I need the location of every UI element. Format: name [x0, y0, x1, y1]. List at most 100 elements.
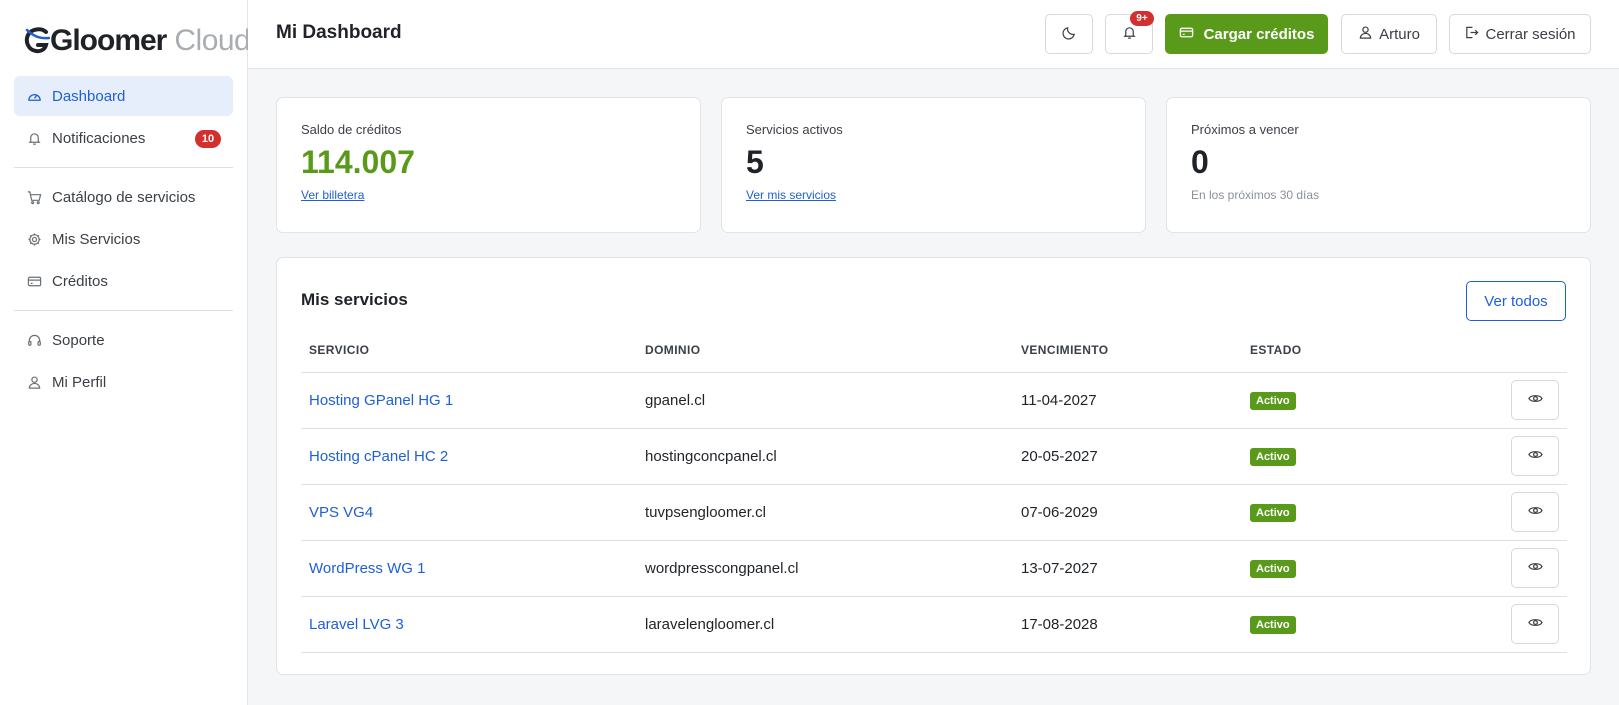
column-header-expiration: VENCIMIENTO	[1013, 328, 1242, 373]
page-title: Mi Dashboard	[276, 22, 402, 43]
logout-label: Cerrar sesión	[1485, 25, 1576, 43]
sidebar: Gloomer Cloud Dashboard Notificaciones 1…	[0, 0, 251, 705]
sidebar-item-label: Catálogo de servicios	[52, 188, 196, 206]
user-menu-button[interactable]: Arturo	[1341, 14, 1437, 54]
stat-value: 114.007	[301, 144, 415, 180]
sidebar-item-label: Mi Perfil	[52, 373, 107, 391]
column-header-domain: DOMINIO	[637, 328, 1013, 373]
view-my-services-link[interactable]: Ver mis servicios	[746, 188, 836, 202]
status-badge: Activo	[1250, 559, 1296, 578]
eye-icon	[1527, 447, 1543, 466]
logout-button[interactable]: Cerrar sesión	[1449, 14, 1591, 54]
service-domain: gpanel.cl	[637, 372, 1013, 429]
service-name-link[interactable]: WordPress WG 1	[301, 540, 637, 597]
credit-card-icon	[1179, 25, 1204, 44]
gloomer-logo-icon	[24, 26, 51, 56]
table-row: Hosting cPanel HC 2 hostingconcpanel.cl …	[301, 428, 1567, 485]
view-service-button[interactable]	[1511, 604, 1559, 644]
sidebar-item-dashboard[interactable]: Dashboard	[14, 76, 233, 116]
notifications-count-badge: 10	[195, 130, 221, 148]
service-expiration: 17-08-2028	[1013, 596, 1242, 653]
sidebar-item-catalog[interactable]: Catálogo de servicios	[14, 177, 233, 217]
column-header-status: ESTADO	[1242, 328, 1442, 373]
view-service-button[interactable]	[1511, 380, 1559, 420]
user-icon	[1358, 25, 1379, 44]
sidebar-item-notifications[interactable]: Notificaciones 10	[14, 118, 233, 158]
stat-card-expiring-soon: Próximos a vencer 0 En los próximos 30 d…	[1166, 97, 1591, 233]
view-wallet-link[interactable]: Ver billetera	[301, 188, 364, 202]
logout-icon	[1464, 25, 1485, 44]
sidebar-item-label: Soporte	[52, 331, 105, 349]
credit-card-icon	[26, 273, 42, 289]
service-name-link[interactable]: VPS VG4	[301, 484, 637, 541]
sidebar-item-label: Mis Servicios	[52, 230, 141, 248]
service-domain: wordpresscongpanel.cl	[637, 540, 1013, 597]
stat-card-active-services: Servicios activos 5 Ver mis servicios	[721, 97, 1146, 233]
stat-label: Saldo de créditos	[301, 122, 402, 137]
view-all-button[interactable]: Ver todos	[1466, 281, 1566, 321]
service-name-link[interactable]: Laravel LVG 3	[301, 596, 637, 653]
gauge-icon	[26, 88, 42, 104]
brand-logo[interactable]: Gloomer Cloud	[24, 24, 251, 58]
sidebar-item-support[interactable]: Soporte	[14, 320, 233, 360]
table-row: WordPress WG 1 wordpresscongpanel.cl 13-…	[301, 540, 1567, 597]
service-domain: tuvpsengloomer.cl	[637, 484, 1013, 541]
stat-label: Servicios activos	[746, 122, 843, 137]
sidebar-item-label: Notificaciones	[52, 129, 146, 147]
eye-icon	[1527, 391, 1543, 410]
cart-icon	[26, 189, 42, 205]
moon-icon	[1061, 25, 1077, 44]
sidebar-item-my-services[interactable]: Mis Servicios	[14, 219, 233, 259]
bell-icon	[1122, 25, 1137, 44]
stat-value: 0	[1191, 144, 1209, 180]
stat-label: Próximos a vencer	[1191, 122, 1299, 137]
sidebar-item-label: Créditos	[52, 272, 108, 290]
status-badge: Activo	[1250, 615, 1296, 634]
eye-icon	[1527, 615, 1543, 634]
view-service-button[interactable]	[1511, 492, 1559, 532]
sidebar-item-credits[interactable]: Créditos	[14, 261, 233, 301]
service-domain: hostingconcpanel.cl	[637, 428, 1013, 485]
status-badge: Activo	[1250, 391, 1296, 410]
service-name-link[interactable]: Hosting cPanel HC 2	[301, 428, 637, 485]
notifications-badge: 9+	[1130, 11, 1154, 26]
eye-icon	[1527, 559, 1543, 578]
user-icon	[26, 374, 42, 390]
load-credits-label: Cargar créditos	[1203, 25, 1315, 43]
headset-icon	[26, 332, 42, 348]
gear-icon	[26, 231, 42, 247]
service-expiration: 20-05-2027	[1013, 428, 1242, 485]
load-credits-button[interactable]: Cargar créditos	[1165, 14, 1328, 54]
services-table: SERVICIO DOMINIO VENCIMIENTO ESTADO Host…	[301, 328, 1567, 653]
stat-card-credit-balance: Saldo de créditos 114.007 Ver billetera	[276, 97, 701, 233]
service-domain: laravelengloomer.cl	[637, 596, 1013, 653]
top-bar: Mi Dashboard 9+ Cargar créditos Arturo C…	[248, 0, 1619, 69]
service-name-link[interactable]: Hosting GPanel HG 1	[301, 372, 637, 429]
service-expiration: 11-04-2027	[1013, 372, 1242, 429]
my-services-panel: Mis servicios Ver todos SERVICIO DOMINIO…	[276, 257, 1591, 675]
eye-icon	[1527, 503, 1543, 522]
notifications-button[interactable]: 9+	[1105, 11, 1154, 54]
table-row: Laravel LVG 3 laravelengloomer.cl 17-08-…	[301, 596, 1567, 653]
sidebar-divider	[14, 167, 233, 168]
service-expiration: 13-07-2027	[1013, 540, 1242, 597]
table-row: Hosting GPanel HG 1 gpanel.cl 11-04-2027…	[301, 372, 1567, 429]
user-name: Arturo	[1379, 25, 1420, 43]
table-header-row: SERVICIO DOMINIO VENCIMIENTO ESTADO	[301, 328, 1567, 373]
sidebar-nav: Dashboard Notificaciones 10 Catálogo de …	[14, 76, 233, 404]
stat-value: 5	[746, 144, 764, 180]
status-badge: Activo	[1250, 503, 1296, 522]
column-header-actions	[1442, 328, 1567, 373]
theme-toggle-button[interactable]	[1045, 14, 1093, 54]
status-badge: Activo	[1250, 447, 1296, 466]
sidebar-item-profile[interactable]: Mi Perfil	[14, 362, 233, 402]
service-expiration: 07-06-2029	[1013, 484, 1242, 541]
table-row: VPS VG4 tuvpsengloomer.cl 07-06-2029 Act…	[301, 484, 1567, 541]
view-service-button[interactable]	[1511, 436, 1559, 476]
section-title: Mis servicios	[301, 290, 408, 309]
view-service-button[interactable]	[1511, 548, 1559, 588]
stat-note: En los próximos 30 días	[1191, 188, 1320, 202]
brand-suffix: Cloud	[174, 24, 251, 57]
column-header-service: SERVICIO	[301, 328, 637, 373]
sidebar-divider	[14, 310, 233, 311]
